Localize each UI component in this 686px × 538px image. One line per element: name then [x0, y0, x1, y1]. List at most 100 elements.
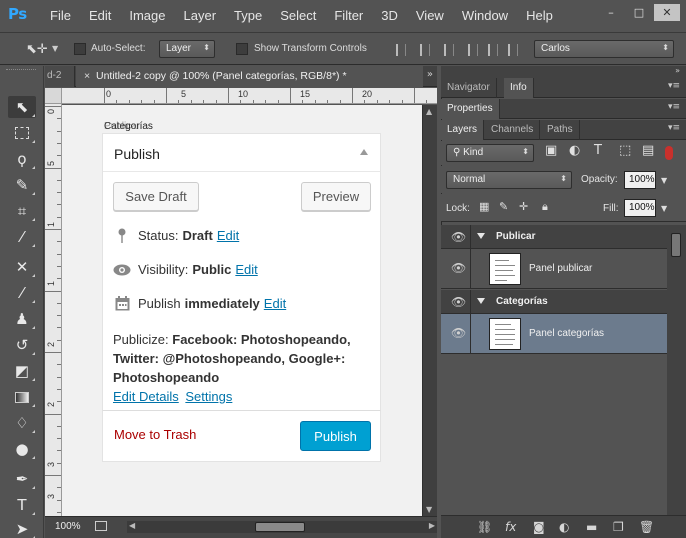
pen-tool-icon[interactable]: ✒: [8, 468, 36, 490]
panel-menu-icon[interactable]: ▾≡: [668, 102, 680, 112]
lock-image-icon[interactable]: ✎: [499, 200, 508, 213]
align-left-icon[interactable]: [468, 44, 478, 56]
publish-button[interactable]: Publish: [300, 421, 371, 451]
lock-transparent-icon[interactable]: ▦: [479, 200, 489, 213]
dodge-tool-icon[interactable]: ●: [8, 438, 36, 460]
status-edit-link[interactable]: Edit: [217, 228, 239, 243]
tab-navigator[interactable]: Navigator: [441, 78, 497, 98]
align-top-icon[interactable]: [396, 44, 406, 56]
eyedropper-tool-icon[interactable]: ⁄: [8, 226, 36, 248]
visibility-eye-icon[interactable]: 👁︎: [451, 230, 466, 244]
smart-object-filter-icon[interactable]: ▤: [642, 143, 654, 158]
save-draft-button[interactable]: Save Draft: [113, 182, 199, 211]
move-tool-icon[interactable]: ⬉✛: [26, 42, 48, 57]
quick-select-tool-icon[interactable]: ✎: [8, 174, 36, 196]
align-right-icon[interactable]: [508, 44, 518, 56]
tool-preset-dropdown-icon[interactable]: ▼: [52, 44, 58, 53]
blur-tool-icon[interactable]: ♢: [8, 412, 36, 434]
type-filter-icon[interactable]: T: [594, 143, 602, 158]
scroll-down-icon[interactable]: ▼: [426, 505, 432, 514]
fill-input[interactable]: 100%: [624, 199, 656, 217]
preview-button[interactable]: Preview: [301, 182, 371, 211]
collapse-panels-icon[interactable]: »: [675, 66, 680, 75]
layer-filter-select[interactable]: ⚲ Kind ⬍: [446, 144, 534, 162]
scroll-thumb[interactable]: [255, 522, 305, 532]
link-layers-icon[interactable]: ⛓︎: [477, 520, 492, 534]
maximize-button[interactable]: □: [626, 4, 652, 21]
lock-position-icon[interactable]: ✛: [519, 200, 528, 213]
panel-grip[interactable]: [6, 69, 36, 72]
marquee-tool-icon[interactable]: [8, 122, 36, 144]
edit-details-link[interactable]: Edit Details: [113, 389, 179, 404]
expand-group-icon[interactable]: [477, 298, 485, 304]
panel-collapse-strip[interactable]: »: [441, 66, 686, 78]
scroll-left-icon[interactable]: ◀: [129, 521, 135, 530]
auto-select-target-select[interactable]: Layer ⬍: [159, 40, 215, 58]
close-tab-icon[interactable]: ×: [84, 70, 90, 82]
align-vcenter-icon[interactable]: [420, 44, 430, 56]
layer-panel-publicar[interactable]: 👁︎ Panel publicar: [441, 249, 667, 289]
show-transform-checkbox[interactable]: [236, 43, 248, 55]
visibility-eye-icon[interactable]: 👁︎: [451, 326, 466, 340]
canvas-horizontal-scrollbar[interactable]: ◀ ▶: [127, 521, 437, 533]
tab-properties[interactable]: Properties: [441, 99, 500, 119]
new-group-icon[interactable]: ▬: [586, 520, 597, 534]
fill-slider-arrow-icon[interactable]: ▼: [661, 204, 667, 213]
menu-filter[interactable]: Filter: [334, 8, 363, 23]
healing-brush-tool-icon[interactable]: ✕: [8, 256, 36, 278]
layers-scrollbar[interactable]: [667, 225, 686, 515]
tab-previous-document[interactable]: d-2: [45, 66, 75, 87]
move-tool-icon[interactable]: ⬉: [8, 96, 36, 118]
menu-type[interactable]: Type: [234, 8, 262, 23]
gradient-tool-icon[interactable]: [8, 386, 36, 408]
panel-menu-icon[interactable]: ▾≡: [668, 81, 680, 91]
move-to-trash-link[interactable]: Move to Trash: [114, 427, 196, 442]
filter-toggle-icon[interactable]: [665, 146, 673, 160]
adjustment-layer-icon[interactable]: ◐: [559, 520, 569, 534]
layers-scroll-thumb[interactable]: [671, 233, 681, 257]
path-select-tool-icon[interactable]: ➤: [8, 518, 36, 538]
menu-file[interactable]: File: [50, 8, 71, 23]
menu-select[interactable]: Select: [280, 8, 316, 23]
add-mask-icon[interactable]: ◙: [533, 520, 545, 534]
scroll-right-icon[interactable]: ▶: [429, 521, 435, 530]
tab-layers[interactable]: Layers: [441, 120, 485, 140]
panel-menu-icon[interactable]: ▾≡: [668, 123, 680, 133]
vertical-ruler[interactable]: 0 5 1 1 2 2 3 3: [45, 104, 62, 516]
lock-all-icon[interactable]: 🔒︎: [542, 200, 548, 214]
type-tool-icon[interactable]: T: [8, 494, 36, 516]
scroll-up-icon[interactable]: ▲: [426, 107, 432, 116]
layer-group-publicar[interactable]: 👁︎ Publicar: [441, 225, 667, 249]
visibility-eye-icon[interactable]: 👁︎: [451, 295, 466, 309]
menu-image[interactable]: Image: [129, 8, 165, 23]
new-layer-icon[interactable]: ❐: [613, 520, 624, 534]
zoom-level[interactable]: 100%: [55, 521, 81, 532]
opacity-slider-arrow-icon[interactable]: ▼: [661, 176, 667, 185]
align-bottom-icon[interactable]: [444, 44, 454, 56]
more-tabs-icon[interactable]: »: [427, 69, 433, 80]
tab-channels[interactable]: Channels: [485, 120, 541, 140]
canvas-vertical-scrollbar[interactable]: ▲ ▼: [422, 105, 437, 516]
settings-link[interactable]: Settings: [185, 389, 232, 404]
menu-view[interactable]: View: [416, 8, 444, 23]
minimize-button[interactable]: –: [598, 4, 624, 21]
pixel-filter-icon[interactable]: ▣: [545, 143, 557, 158]
layer-group-categorias[interactable]: 👁︎ Categorías: [441, 290, 667, 314]
menu-edit[interactable]: Edit: [89, 8, 111, 23]
align-hcenter-icon[interactable]: [488, 44, 498, 56]
menu-window[interactable]: Window: [462, 8, 508, 23]
expand-group-icon[interactable]: [477, 233, 485, 239]
eraser-tool-icon[interactable]: ◩: [8, 360, 36, 382]
brush-tool-icon[interactable]: ⁄: [8, 282, 36, 304]
tab-current-document[interactable]: × Untitled-2 copy @ 100% (Panel categorí…: [76, 66, 423, 87]
menu-help[interactable]: Help: [526, 8, 553, 23]
collapse-icon[interactable]: [360, 149, 368, 155]
layer-panel-categorias[interactable]: 👁︎ Panel categorías: [441, 314, 667, 354]
delete-layer-icon[interactable]: 🗑︎: [639, 520, 654, 534]
tab-info[interactable]: Info: [504, 78, 534, 98]
lasso-tool-icon[interactable]: ϙ: [8, 148, 36, 170]
horizontal-ruler[interactable]: 0 5 10 15 20: [62, 88, 437, 104]
fx-icon[interactable]: fx: [505, 520, 516, 534]
menu-layer[interactable]: Layer: [184, 8, 217, 23]
adjustment-filter-icon[interactable]: ◐: [569, 143, 580, 158]
